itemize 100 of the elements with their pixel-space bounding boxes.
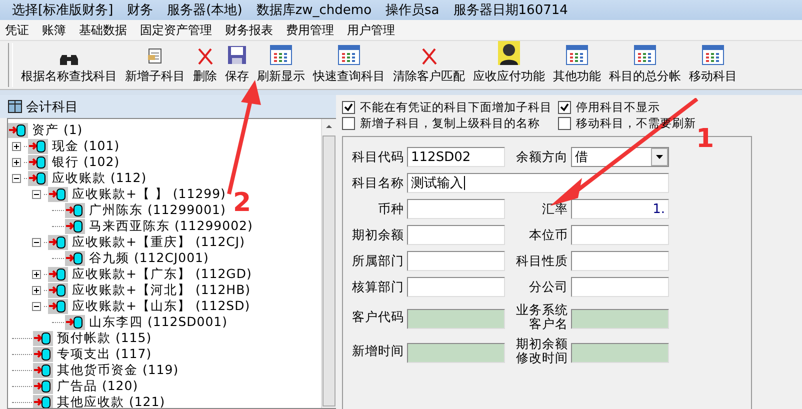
account-node-icon [33, 378, 53, 394]
toolbar-button[interactable]: 刷新显示 [253, 41, 309, 89]
input-field[interactable]: 测试输入 [407, 173, 669, 193]
scrollbar[interactable] [321, 119, 336, 408]
account-node-icon [65, 314, 85, 330]
toolbar-button[interactable]: 根据名称查找科目 [17, 41, 121, 89]
window-title: 操作员sa [386, 2, 440, 19]
account-node-icon [28, 154, 48, 170]
toolbar-button[interactable]: 快速查询科目 [309, 41, 389, 89]
input-field[interactable] [571, 225, 669, 245]
account-node-icon [65, 202, 85, 218]
grid-icon [566, 45, 588, 65]
checkbox[interactable] [342, 117, 355, 130]
expand-toggle[interactable] [12, 142, 21, 150]
tree-item[interactable]: 资产 (1) [32, 122, 83, 138]
account-node-icon [33, 362, 53, 378]
menu-item[interactable]: 凭证 [0, 22, 37, 38]
tree-item[interactable]: 专项支出 (117) [57, 346, 152, 362]
tree-item[interactable]: 预付帐款 (115) [57, 330, 152, 346]
toolbar-button[interactable]: 其他功能 [549, 41, 605, 89]
input-field[interactable] [407, 277, 505, 297]
menu-item[interactable]: 固定资产管理 [135, 22, 220, 38]
expand-toggle[interactable] [32, 270, 41, 278]
caret-icon [656, 155, 663, 159]
input-field[interactable] [407, 251, 505, 271]
tree-item[interactable]: 广告品 (120) [57, 378, 138, 394]
tree-item[interactable]: 谷九频 (112CJ001) [89, 250, 209, 266]
tree-item[interactable]: 现金 (101) [52, 138, 120, 154]
tree-item[interactable]: 其他货币资金 (119) [57, 362, 179, 378]
menu-item[interactable]: 财务报表 [220, 22, 281, 38]
field-label: 分公司 [528, 280, 569, 294]
input-field[interactable] [407, 225, 505, 245]
grid-icon [634, 45, 656, 65]
field-label: 余额方向 [515, 150, 569, 164]
tree-item[interactable]: 其他应收款 (121) [57, 394, 166, 408]
expand-toggle[interactable] [12, 158, 21, 166]
menu-item[interactable]: 基础数据 [74, 22, 135, 38]
window-title: 财务 [127, 2, 154, 19]
window-title: 服务器日期160714 [453, 2, 568, 19]
grid-icon [338, 45, 360, 65]
tree-item[interactable]: 应收账款+【广东】 (112GD) [72, 266, 252, 282]
input-field[interactable] [571, 277, 669, 297]
account-node-icon [28, 170, 48, 186]
menu-item[interactable]: 费用管理 [281, 22, 342, 38]
tree-item[interactable]: 山东李四 (112SD001) [89, 314, 228, 330]
tree-item[interactable]: 应收账款+【河北】 (112HB) [72, 282, 251, 298]
menu-item[interactable]: 账簿 [37, 22, 74, 38]
tree-item[interactable]: 马来西亚陈东 (11299002) [89, 218, 253, 234]
input-field[interactable]: 1. [571, 199, 669, 219]
checkbox-label: 新增子科目，复制上级科目的名称 [360, 116, 540, 131]
select-field[interactable]: 借 [571, 147, 669, 167]
toolbar-button[interactable]: 应收应付功能 [469, 41, 549, 89]
tree-item[interactable]: 应收账款+【重庆】 (112CJ) [72, 234, 245, 250]
tree-item[interactable]: 广州陈东 (11299001) [89, 202, 226, 218]
person-icon [498, 41, 520, 65]
input-field[interactable] [407, 199, 505, 219]
field-label: 新增时间 [351, 344, 405, 358]
account-node-icon [33, 330, 53, 346]
menu-item[interactable]: 用户管理 [342, 22, 403, 38]
toolbar-button[interactable]: 移动科目 [685, 41, 741, 89]
window-title: 服务器(本地) [167, 2, 242, 19]
account-node-icon [33, 394, 53, 408]
window-title: 选择[标准版财务] [12, 2, 114, 19]
field-label: 币种 [377, 202, 405, 216]
account-node-icon [48, 186, 68, 202]
toolbar-button[interactable]: 科目的总分帐 [605, 41, 685, 89]
tree-item[interactable]: 应收账款 (112) [52, 170, 147, 186]
grid-icon [270, 45, 292, 65]
panel-title: 会计科目 [26, 98, 78, 116]
toolbar-button[interactable]: 新增子科目 [121, 41, 189, 89]
collapse-toggle[interactable] [32, 190, 41, 198]
checkbox[interactable] [558, 117, 571, 130]
collapse-toggle[interactable] [32, 302, 41, 310]
field-label: 期初余额修改时间 [515, 337, 569, 365]
account-node-icon [48, 282, 68, 298]
field-label: 科目名称 [351, 176, 405, 190]
collapse-toggle[interactable] [32, 238, 41, 246]
account-node-icon [33, 346, 53, 362]
input-field[interactable] [571, 251, 669, 271]
toolbar-button[interactable]: 清除客户匹配 [389, 41, 469, 89]
tree-item[interactable]: 应收账款+【 】 (11299) [72, 186, 226, 202]
tree-item[interactable]: 银行 (102) [52, 154, 120, 170]
toolbar-button[interactable]: 删除 [189, 41, 221, 89]
field-label: 科目代码 [351, 150, 405, 164]
toolbar-button[interactable]: 保存 [221, 41, 253, 89]
field-label: 本位币 [528, 228, 569, 242]
account-node-icon [28, 138, 48, 154]
collapse-toggle[interactable] [12, 174, 21, 182]
account-node-icon [65, 218, 85, 234]
field-label: 业务系统客户名 [515, 303, 569, 331]
input-field[interactable]: 112SD02 [407, 147, 505, 167]
checkbox[interactable] [558, 101, 571, 114]
field-label: 核算部门 [351, 280, 405, 294]
checkbox[interactable] [342, 101, 355, 114]
cross-icon [420, 47, 438, 65]
checkbox-label: 不能在有凭证的科目下面增加子科目 [360, 100, 552, 115]
expand-toggle[interactable] [32, 286, 41, 294]
annotation-number: 1 [696, 124, 714, 154]
tree-item[interactable]: 应收账款+【山东】 (112SD) [72, 298, 250, 314]
grid-icon [702, 45, 724, 65]
